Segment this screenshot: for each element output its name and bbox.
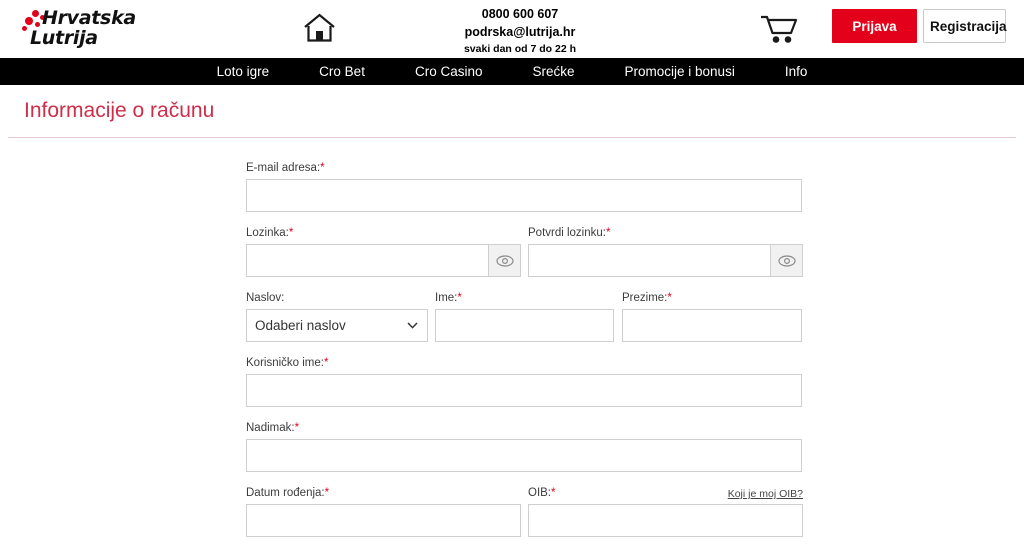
nickname-required-marker: *: [294, 422, 300, 434]
header-contact-info: 0800 600 607 podrska@lutrija.hr svaki da…: [430, 6, 610, 57]
field-password: Lozinka:*: [246, 227, 521, 277]
username-label: Korisničko ime:*: [246, 357, 329, 369]
nav-item-cro-bet[interactable]: Cro Bet: [294, 58, 390, 85]
nav-item-loto-igre[interactable]: Loto igre: [192, 58, 295, 85]
home-icon[interactable]: [303, 12, 336, 43]
birth-date-label: Datum rođenja:*: [246, 487, 330, 499]
eye-icon: [495, 254, 514, 267]
birth-date-required-marker: *: [324, 487, 330, 499]
site-logo[interactable]: Hrvatska Lutrija: [22, 8, 222, 52]
login-button[interactable]: Prijava: [832, 9, 917, 43]
password-confirm-input[interactable]: [528, 244, 770, 277]
oib-help-link[interactable]: Koji je moj OIB?: [728, 488, 803, 500]
eye-icon: [777, 254, 796, 267]
logo-wordmark: Hrvatska Lutrija: [30, 7, 136, 48]
account-information-form: E-mail adresa:* Lozinka:* Potvrdi lozink…: [0, 138, 1024, 552]
last-name-input[interactable]: [622, 309, 802, 342]
title-select[interactable]: Odaberi naslov: [246, 309, 428, 342]
password-confirm-required-marker: *: [605, 227, 611, 239]
field-email: E-mail adresa:*: [246, 162, 802, 212]
nav-item-srecke[interactable]: Srećke: [507, 58, 599, 85]
field-title-select: Naslov: Odaberi naslov: [246, 292, 428, 342]
password-confirm-visibility-toggle[interactable]: [770, 244, 803, 277]
username-required-marker: *: [323, 357, 329, 369]
first-name-required-marker: *: [457, 292, 462, 304]
password-label: Lozinka:*: [246, 227, 294, 239]
nickname-input[interactable]: [246, 439, 802, 472]
page-title-section: Informacije o računu: [0, 85, 1024, 137]
field-birth-date: Datum rođenja:*: [246, 487, 521, 537]
field-password-confirm: Potvrdi lozinku:*: [528, 227, 803, 277]
field-last-name: Prezime:*: [622, 292, 802, 342]
contact-email[interactable]: podrska@lutrija.hr: [430, 23, 610, 42]
email-required-marker: *: [320, 162, 325, 174]
first-name-input[interactable]: [435, 309, 614, 342]
nav-item-cro-casino[interactable]: Cro Casino: [390, 58, 508, 85]
field-first-name: Ime:*: [435, 292, 614, 342]
oib-input[interactable]: [528, 504, 803, 537]
site-header: Hrvatska Lutrija 0800 600 607 podrska@lu…: [0, 0, 1024, 58]
register-button[interactable]: Registracija: [923, 9, 1007, 43]
nav-item-promocije-i-bonusi[interactable]: Promocije i bonusi: [600, 58, 760, 85]
password-input[interactable]: [246, 244, 488, 277]
nav-item-info[interactable]: Info: [760, 58, 833, 85]
field-username: Korisničko ime:*: [246, 357, 802, 407]
nickname-label: Nadimak:*: [246, 422, 300, 434]
birth-date-input[interactable]: [246, 504, 521, 537]
field-oib: OIB:* Koji je moj OIB?: [528, 487, 803, 537]
password-confirm-label: Potvrdi lozinku:*: [528, 227, 611, 239]
title-select-label: Naslov:: [246, 292, 285, 304]
main-navigation: Loto igre Cro Bet Cro Casino Srećke Prom…: [0, 58, 1024, 85]
password-required-marker: *: [288, 227, 294, 239]
contact-phone: 0800 600 607: [481, 7, 559, 21]
last-name-required-marker: *: [667, 292, 672, 304]
field-nickname: Nadimak:*: [246, 422, 802, 472]
page-title: Informacije o računu: [24, 99, 215, 122]
logo-line-1: Hrvatska: [42, 7, 136, 29]
contact-hours: svaki dan od 7 do 22 h: [463, 43, 577, 55]
email-label: E-mail adresa:*: [246, 162, 325, 174]
last-name-label: Prezime:*: [622, 292, 672, 304]
logo-line-2: Lutrija: [30, 27, 98, 49]
email-input[interactable]: [246, 179, 802, 212]
cart-icon[interactable]: [760, 14, 798, 44]
oib-required-marker: *: [551, 487, 556, 499]
username-input[interactable]: [246, 374, 802, 407]
password-visibility-toggle[interactable]: [488, 244, 521, 277]
first-name-label: Ime:*: [435, 292, 462, 304]
